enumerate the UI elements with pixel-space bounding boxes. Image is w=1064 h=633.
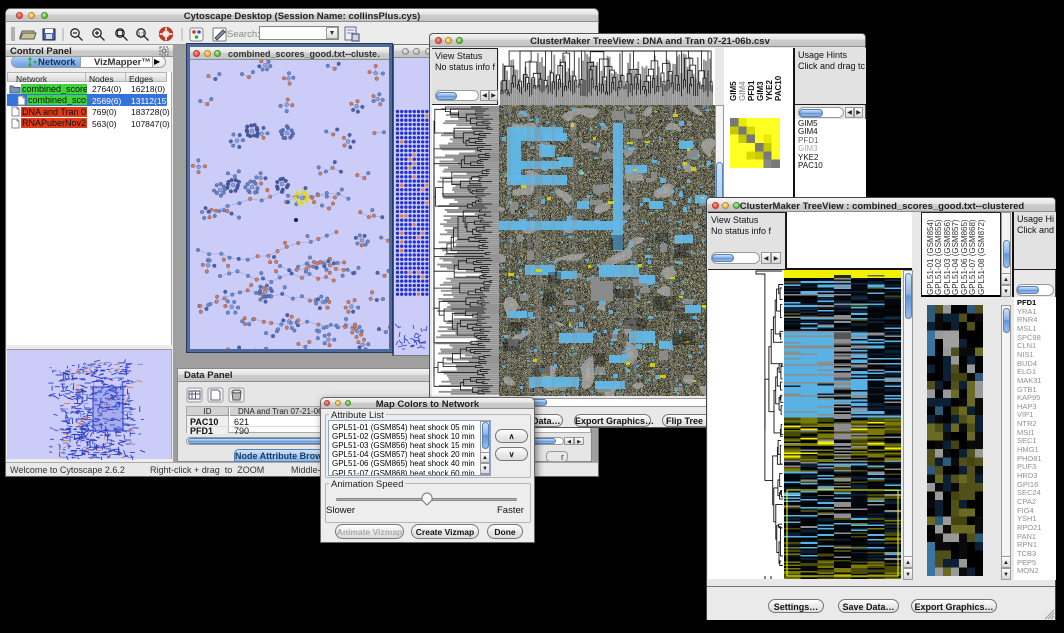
svg-text:1:1: 1:1 bbox=[138, 32, 146, 38]
